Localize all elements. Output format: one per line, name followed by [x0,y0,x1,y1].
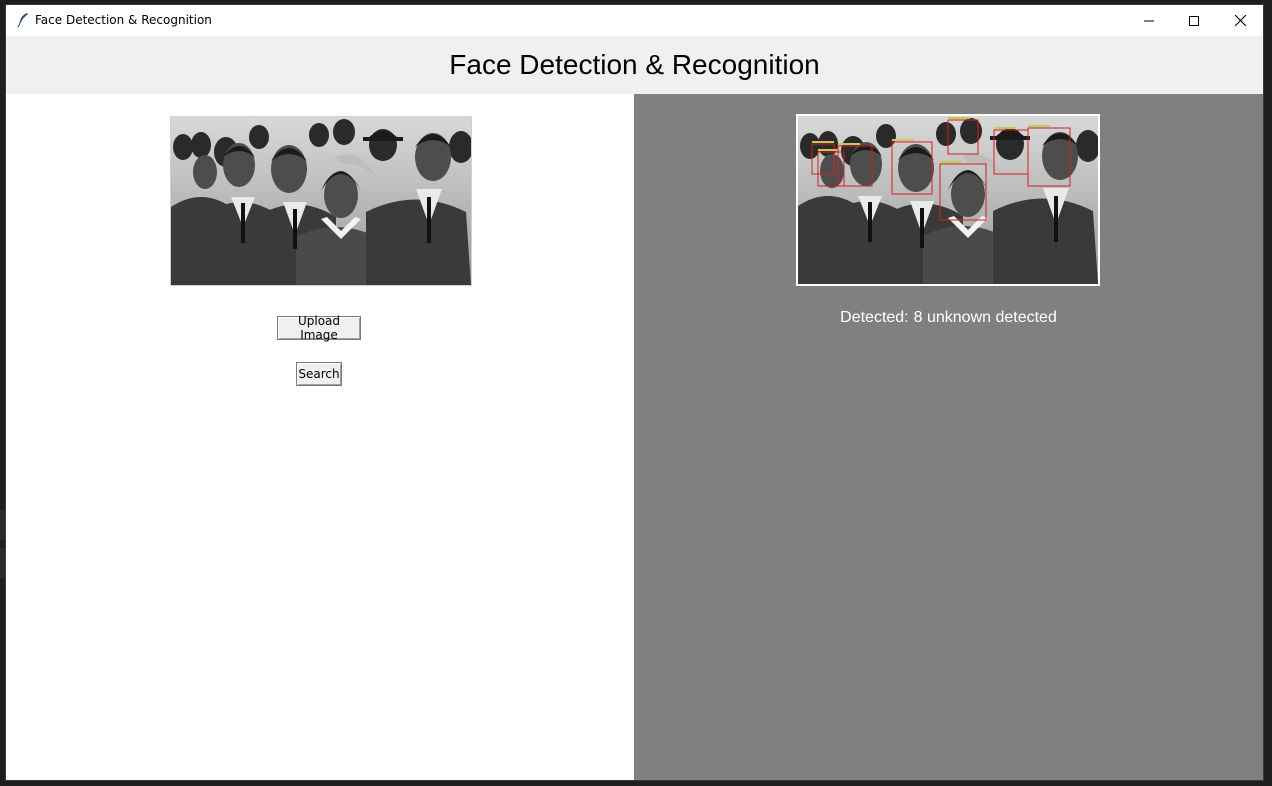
minimize-button[interactable] [1126,5,1172,36]
upload-image-button[interactable]: Upload Image [277,314,361,342]
face-box-label-mark [812,141,834,143]
minimize-icon [1144,20,1154,21]
maximize-button[interactable] [1171,5,1217,36]
app-header: Face Detection & Recognition [6,36,1263,94]
face-box-label-mark [838,143,860,145]
background-right-strip [1263,0,1272,786]
detection-result-text: Detected: 8 unknown detected [634,309,1263,327]
detection-result-photo [796,114,1100,286]
detected-value: 8 unknown detected [913,309,1057,326]
close-icon [1234,15,1246,26]
detected-label: Detected: [840,309,909,326]
face-box-label-mark [1028,125,1050,127]
face-box-label-mark [892,139,914,141]
face-box-label-mark [940,161,962,163]
result-panel: Detected: 8 unknown detected [634,94,1263,780]
window-title: Face Detection & Recognition [35,13,212,27]
input-panel: Upload Image Search [6,94,634,780]
face-box-label-mark [818,149,840,151]
app-window: Face Detection & Recognition Face Detect… [6,5,1263,780]
maximize-icon [1189,15,1199,26]
search-button[interactable]: Search [296,362,342,386]
page-title: Face Detection & Recognition [449,49,820,80]
close-button[interactable] [1217,5,1263,36]
face-box-label-mark [948,117,970,119]
feather-icon [16,12,30,28]
uploaded-photo [170,116,472,286]
face-box-label-mark [994,127,1016,129]
title-bar: Face Detection & Recognition [6,5,1263,36]
